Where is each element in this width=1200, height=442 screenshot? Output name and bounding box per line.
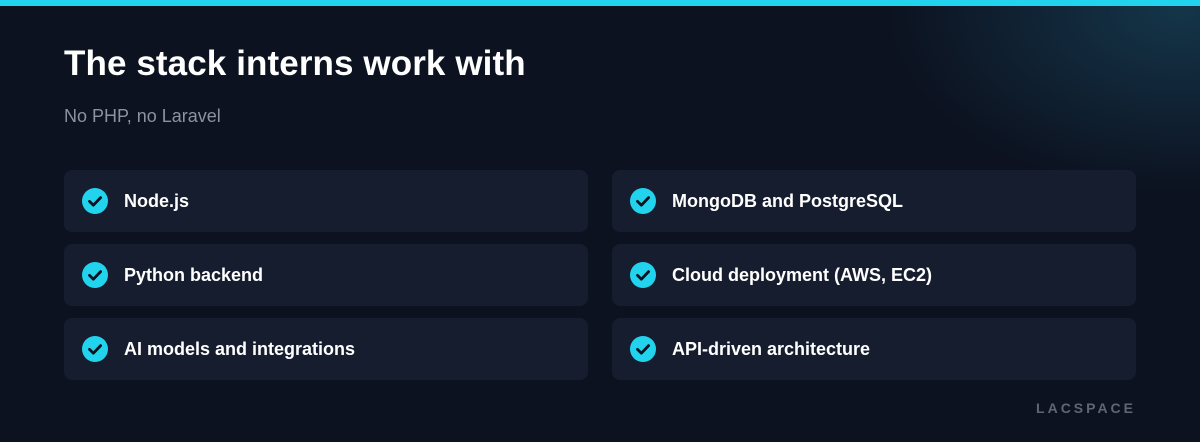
check-circle-icon (630, 188, 656, 214)
stack-item-label: API-driven architecture (672, 338, 871, 359)
stack-item-label: MongoDB and PostgreSQL (672, 190, 903, 211)
stack-item-label: Cloud deployment (AWS, EC2) (672, 264, 933, 285)
stack-item-databases: MongoDB and PostgreSQL (612, 170, 1136, 232)
check-circle-icon (82, 188, 108, 214)
page-subtitle: No PHP, no Laravel (64, 106, 221, 126)
stack-item-label: Node.js (124, 190, 190, 211)
stack-item-python: Python backend (64, 244, 588, 306)
stack-item-api: API-driven architecture (612, 318, 1136, 380)
stack-item-ai: AI models and integrations (64, 318, 588, 380)
stack-item-label: AI models and integrations (124, 338, 356, 359)
stack-item-label: Python backend (124, 264, 264, 285)
check-circle-icon (82, 336, 108, 362)
check-circle-icon (630, 336, 656, 362)
slide: The stack interns work with No PHP, no L… (0, 0, 1200, 442)
check-circle-icon (82, 262, 108, 288)
stack-list: Node.js MongoDB and PostgreSQL Python ba… (64, 170, 1136, 380)
check-circle-icon (630, 262, 656, 288)
accent-top-bar (0, 0, 1200, 6)
brand-wordmark: LACSPACE (1036, 400, 1136, 416)
stack-item-nodejs: Node.js (64, 170, 588, 232)
stack-item-cloud: Cloud deployment (AWS, EC2) (612, 244, 1136, 306)
page-title: The stack interns work with (64, 44, 526, 83)
